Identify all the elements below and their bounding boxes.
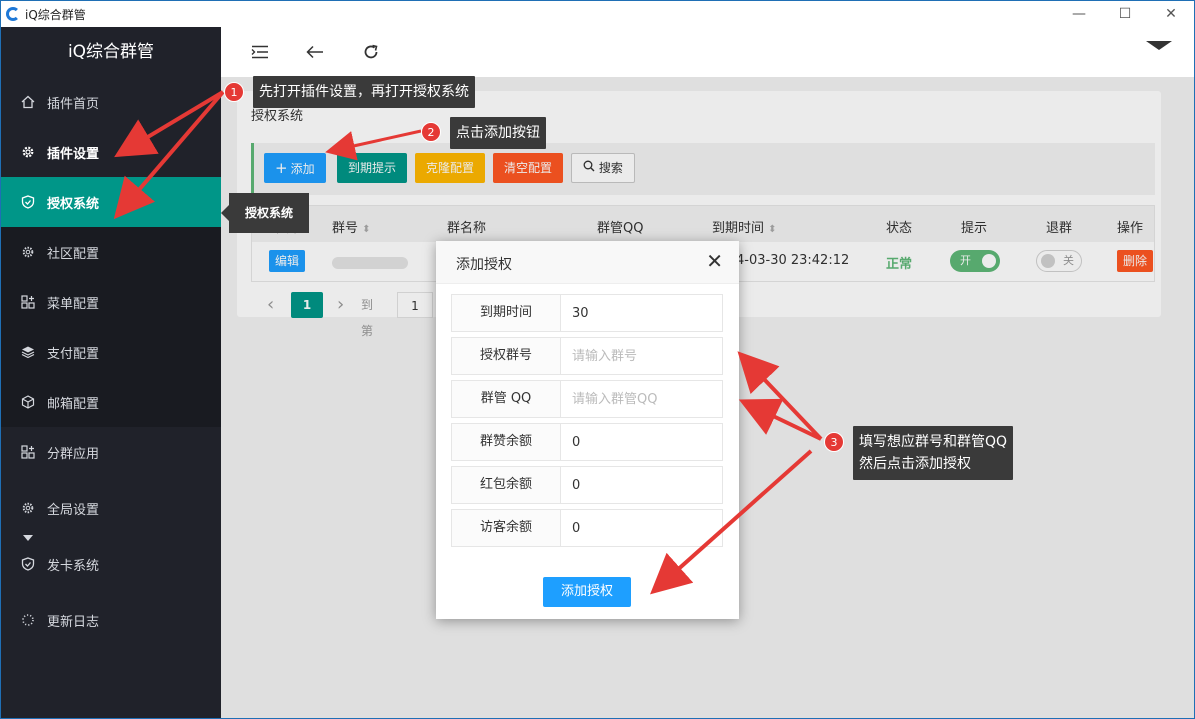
sidebar-item-label: 授权系统	[47, 196, 100, 212]
admin-qq-input[interactable]	[562, 381, 722, 417]
sidebar-item-card-system[interactable]: 发卡系统	[1, 535, 221, 589]
add-auth-submit-button[interactable]: 添加授权	[543, 577, 631, 607]
sidebar-item-label: 全局设置	[47, 502, 100, 518]
sidebar-item-plugin-settings[interactable]: 插件设置	[1, 127, 221, 177]
group-number-input[interactable]	[562, 338, 722, 374]
sidebar-item-label: 发卡系统	[47, 558, 100, 574]
sidebar-item-group-apps[interactable]: 分群应用	[1, 427, 221, 477]
form-row-expire-time: 到期时间	[451, 294, 723, 332]
top-toolbar	[221, 27, 1194, 77]
shield-icon	[21, 195, 35, 209]
gear-icon	[21, 501, 35, 515]
loading-icon	[21, 613, 35, 627]
callout-step-2: 点击添加按钮	[450, 117, 546, 149]
form-row-visitor-balance: 访客余额	[451, 509, 723, 547]
callout-step-3: 填写想应群号和群管QQ 然后点击添加授权	[853, 426, 1014, 480]
expire-time-input[interactable]	[562, 295, 722, 331]
app-window: iQ综合群管 — ☐ ✕ iQ综合群管 插件首页 插件设置 授权系统 社区配置 …	[0, 0, 1195, 719]
field-label: 群管 QQ	[452, 381, 561, 417]
step-badge-3: 3	[824, 432, 844, 452]
callout-line: 然后点击添加授权	[859, 456, 971, 472]
sidebar-item-label: 分群应用	[47, 446, 100, 462]
callout-step-1: 先打开插件设置，再打开授权系统	[253, 76, 475, 108]
add-auth-dialog: 添加授权 ✕ 到期时间 授权群号 群管 QQ 群赞余额 红包余额 访客余额 添加…	[436, 241, 739, 619]
layers-icon	[21, 345, 35, 359]
visitor-balance-input[interactable]	[562, 510, 722, 546]
sidebar-item-label: 插件设置	[47, 146, 100, 162]
field-label: 授权群号	[452, 338, 561, 374]
minimize-button[interactable]: —	[1056, 1, 1102, 27]
sidebar-item-community-config[interactable]: 社区配置	[1, 227, 221, 277]
shield-icon	[21, 557, 35, 571]
form-row-redpacket-balance: 红包余额	[451, 466, 723, 504]
app-logo-icon	[6, 7, 20, 21]
sidebar-item-label: 邮箱配置	[47, 396, 100, 412]
window-title: iQ综合群管	[25, 7, 86, 22]
callout-line: 填写想应群号和群管QQ	[859, 434, 1008, 450]
field-label: 群赞余额	[452, 424, 561, 460]
sidebar-item-label: 更新日志	[47, 614, 100, 630]
form-row-group-number: 授权群号	[451, 337, 723, 375]
sidebar: iQ综合群管 插件首页 插件设置 授权系统 社区配置 菜单配置 支付配置 邮箱配…	[1, 27, 221, 718]
refresh-icon[interactable]	[360, 41, 382, 63]
box-icon	[21, 395, 35, 409]
sidebar-item-payment-config[interactable]: 支付配置	[1, 327, 221, 377]
step-badge-2: 2	[421, 122, 441, 142]
field-label: 到期时间	[452, 295, 561, 331]
back-arrow-icon[interactable]	[304, 41, 326, 63]
form-row-like-balance: 群赞余额	[451, 423, 723, 461]
sidebar-brand: iQ综合群管	[67, 42, 155, 62]
menu-collapse-icon[interactable]	[249, 41, 271, 63]
sidebar-item-email-config[interactable]: 邮箱配置	[1, 377, 221, 427]
field-label: 访客余额	[452, 510, 561, 546]
window-controls: — ☐ ✕	[1056, 1, 1194, 27]
gear-icon	[21, 145, 35, 159]
sidebar-item-menu-config[interactable]: 菜单配置	[1, 277, 221, 327]
close-window-button[interactable]: ✕	[1148, 1, 1194, 27]
dialog-title: 添加授权	[456, 257, 512, 273]
home-icon	[21, 95, 35, 109]
sidebar-item-auth-system[interactable]: 授权系统	[1, 177, 221, 227]
caret-down-icon	[23, 535, 33, 541]
sidebar-item-label: 插件首页	[47, 96, 100, 112]
maximize-button[interactable]: ☐	[1102, 1, 1148, 27]
close-icon[interactable]: ✕	[706, 251, 723, 271]
sidebar-item-label: 支付配置	[47, 346, 100, 362]
step-badge-1: 1	[224, 82, 244, 102]
like-balance-input[interactable]	[562, 424, 722, 460]
user-dropdown-icon[interactable]	[1146, 41, 1172, 50]
title-bar: iQ综合群管 — ☐ ✕	[1, 1, 1194, 27]
sidebar-item-label: 菜单配置	[47, 296, 100, 312]
app-icon	[21, 295, 35, 309]
sidebar-tooltip: 授权系统	[221, 193, 309, 233]
sidebar-item-plugin-home[interactable]: 插件首页	[1, 77, 221, 127]
form-row-admin-qq: 群管 QQ	[451, 380, 723, 418]
redpacket-balance-input[interactable]	[562, 467, 722, 503]
sidebar-item-global-settings[interactable]: 全局设置	[1, 483, 221, 533]
dialog-header: 添加授权 ✕	[436, 241, 739, 284]
field-label: 红包余额	[452, 467, 561, 503]
sidebar-item-changelog[interactable]: 更新日志	[1, 595, 221, 645]
sidebar-item-label: 社区配置	[47, 246, 100, 262]
app-icon	[21, 445, 35, 459]
settings-icon	[21, 245, 35, 259]
